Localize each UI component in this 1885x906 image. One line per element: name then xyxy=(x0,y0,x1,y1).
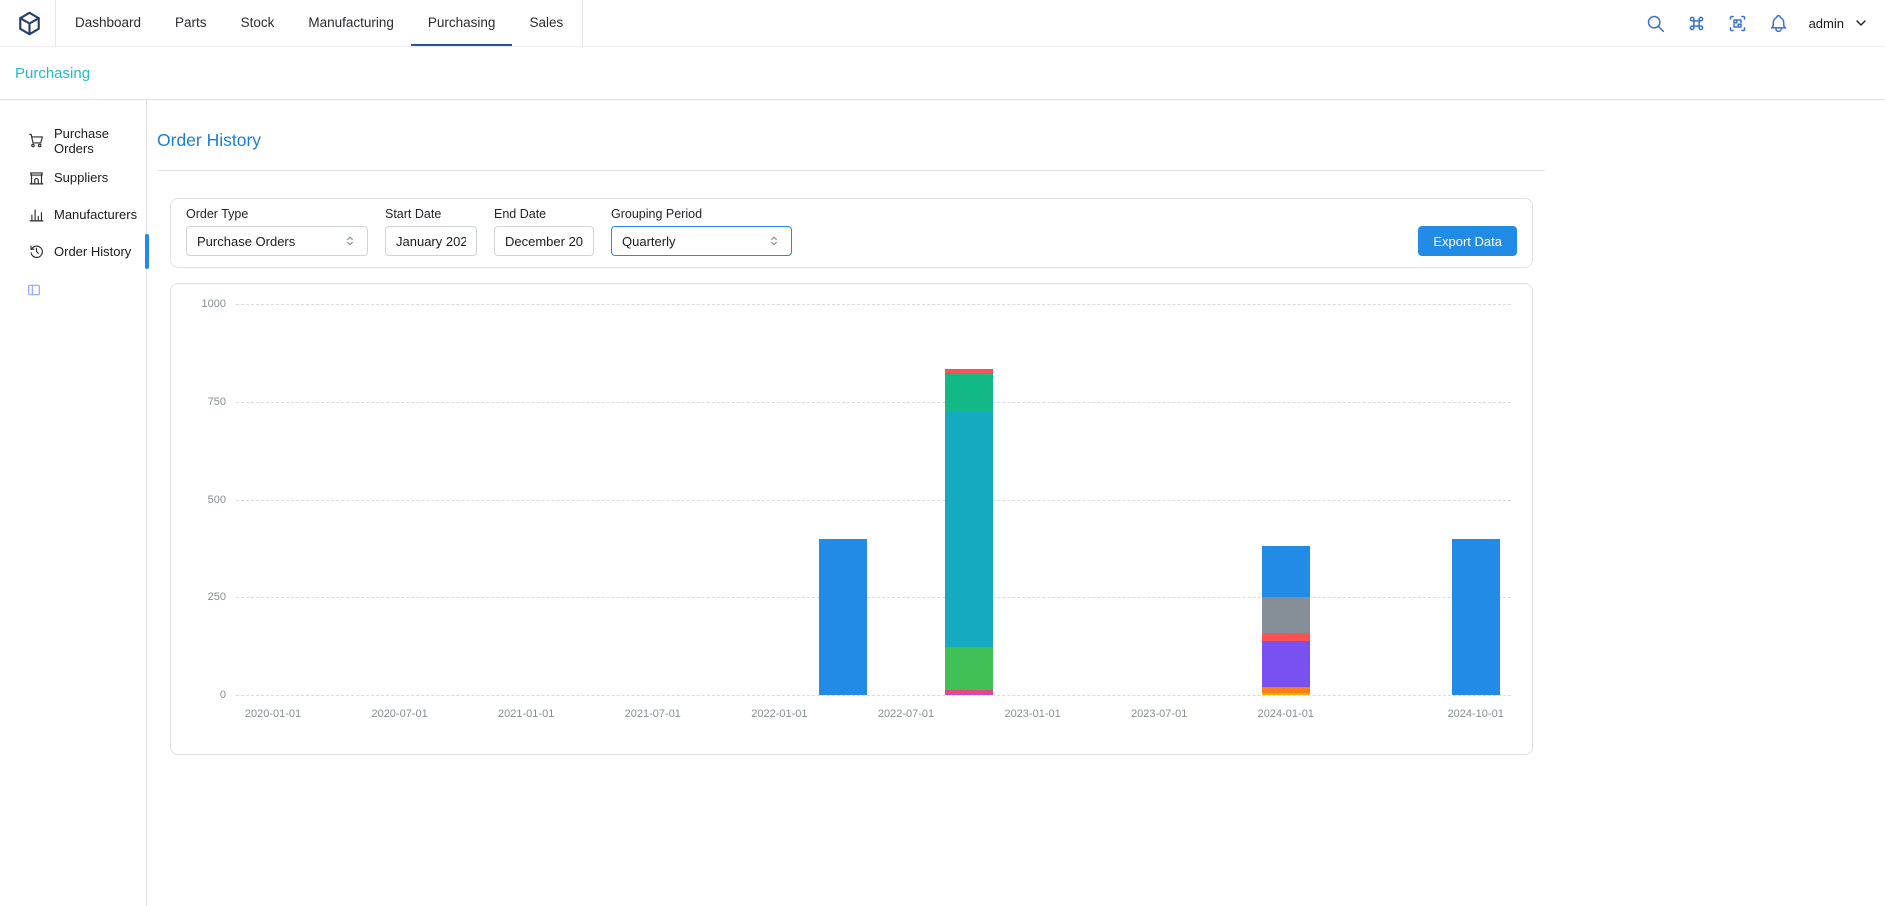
start-date-input[interactable] xyxy=(385,226,477,256)
selector-icon xyxy=(343,234,357,248)
sidebar-item-order-history[interactable]: Order History xyxy=(0,233,146,270)
top-navbar: Dashboard Parts Stock Manufacturing Purc… xyxy=(0,0,1885,47)
page-layout: Purchase Orders Suppliers Manufacturers xyxy=(0,100,1885,906)
chart-gridline xyxy=(236,402,1511,403)
inventree-logo-icon xyxy=(16,10,43,37)
x-axis-tick-label: 2024-10-01 xyxy=(1431,708,1521,720)
sidebar-item-label: Order History xyxy=(54,244,131,259)
x-axis-tick-label: 2022-01-01 xyxy=(734,708,824,720)
y-axis-tick-label: 250 xyxy=(171,591,226,603)
x-axis-tick-label: 2023-07-01 xyxy=(1114,708,1204,720)
filter-panel: Order Type Purchase Orders Start Date En… xyxy=(170,198,1533,268)
chart-bar-segment[interactable] xyxy=(945,412,993,647)
user-menu[interactable]: admin xyxy=(1809,15,1869,31)
x-axis-tick-label: 2021-07-01 xyxy=(608,708,698,720)
chart-gridline xyxy=(236,304,1511,305)
chart-bar-segment[interactable] xyxy=(1262,693,1310,695)
barcode-scan-icon[interactable] xyxy=(1727,13,1748,34)
chart-plot: 0 250 500 750 1000 2020-01-01 2020-07-01 2021-0… xyxy=(171,284,1532,754)
history-icon xyxy=(28,243,45,260)
sidebar-collapse-icon[interactable] xyxy=(26,282,42,298)
main-nav-tabs: Dashboard Parts Stock Manufacturing Purc… xyxy=(55,0,583,46)
grouping-period-label: Grouping Period xyxy=(611,207,792,221)
sidebar-item-label: Purchase Orders xyxy=(54,126,146,156)
nav-tab-stock[interactable]: Stock xyxy=(224,0,292,46)
end-date-field: End Date xyxy=(494,207,594,256)
breadcrumb-bar: Purchasing xyxy=(0,47,1885,100)
nav-tab-manufacturing[interactable]: Manufacturing xyxy=(291,0,411,46)
sidebar-item-manufacturers[interactable]: Manufacturers xyxy=(0,196,146,233)
bell-icon[interactable] xyxy=(1768,13,1789,34)
shopping-cart-icon xyxy=(28,132,45,149)
x-axis-tick-label: 2022-07-01 xyxy=(861,708,951,720)
navbar-actions: admin xyxy=(1645,0,1869,46)
chart-bar-segment[interactable] xyxy=(1452,539,1500,695)
sidebar-item-label: Suppliers xyxy=(54,170,108,185)
end-date-label: End Date xyxy=(494,207,594,221)
username-label: admin xyxy=(1809,16,1844,31)
start-date-label: Start Date xyxy=(385,207,477,221)
chart-bar-segment[interactable] xyxy=(1262,687,1310,692)
search-icon[interactable] xyxy=(1645,13,1666,34)
chart-bar-segment[interactable] xyxy=(1262,633,1310,641)
x-axis-tick-label: 2020-01-01 xyxy=(228,708,318,720)
order-type-select[interactable]: Purchase Orders xyxy=(186,226,368,256)
factory-chart-icon xyxy=(28,206,45,223)
y-axis-tick-label: 750 xyxy=(171,396,226,408)
main-content: Order History Order Type Purchase Orders… xyxy=(147,100,1885,906)
order-type-value: Purchase Orders xyxy=(197,234,295,249)
x-axis-tick-label: 2020-07-01 xyxy=(355,708,445,720)
chart-bar-segment[interactable] xyxy=(945,369,993,373)
selector-icon xyxy=(767,234,781,248)
nav-tab-purchasing[interactable]: Purchasing xyxy=(411,0,513,46)
sidebar-item-suppliers[interactable]: Suppliers xyxy=(0,159,146,196)
y-axis-tick-label: 500 xyxy=(171,494,226,506)
sidebar-item-purchase-orders[interactable]: Purchase Orders xyxy=(0,122,146,159)
chart-bar-segment[interactable] xyxy=(1262,546,1310,597)
app-logo[interactable] xyxy=(16,0,43,46)
end-date-input[interactable] xyxy=(494,226,594,256)
order-type-field: Order Type Purchase Orders xyxy=(186,207,368,256)
order-type-label: Order Type xyxy=(186,207,368,221)
chart-bar-segment[interactable] xyxy=(1262,641,1310,687)
grouping-period-value: Quarterly xyxy=(622,234,675,249)
x-axis-tick-label: 2021-01-01 xyxy=(481,708,571,720)
chart-bar-segment[interactable] xyxy=(1262,597,1310,633)
chart-bar-segment[interactable] xyxy=(945,690,993,693)
nav-tab-parts[interactable]: Parts xyxy=(158,0,224,46)
command-icon[interactable] xyxy=(1686,13,1707,34)
y-axis-tick-label: 1000 xyxy=(171,298,226,310)
start-date-field: Start Date xyxy=(385,207,477,256)
nav-tab-sales[interactable]: Sales xyxy=(512,0,580,46)
sidebar-item-label: Manufacturers xyxy=(54,207,137,222)
page-title: Order History xyxy=(157,130,1885,151)
grouping-period-select[interactable]: Quarterly xyxy=(611,226,792,256)
export-data-button[interactable]: Export Data xyxy=(1418,226,1517,256)
building-store-icon xyxy=(28,169,45,186)
x-axis-tick-label: 2023-01-01 xyxy=(988,708,1078,720)
chart-bar-segment[interactable] xyxy=(945,647,993,690)
chevron-down-icon xyxy=(1853,15,1869,31)
chart-bar-segment[interactable] xyxy=(945,373,993,412)
chart-gridline xyxy=(236,695,1511,696)
order-history-chart-card: 0 250 500 750 1000 2020-01-01 2020-07-01 2021-0… xyxy=(170,283,1533,755)
grouping-period-field: Grouping Period Quarterly xyxy=(611,207,792,256)
chart-bar-segment[interactable] xyxy=(819,539,867,695)
purchasing-sidebar: Purchase Orders Suppliers Manufacturers xyxy=(0,100,147,906)
chart-gridline xyxy=(236,597,1511,598)
x-axis-tick-label: 2024-01-01 xyxy=(1241,708,1331,720)
chart-gridline xyxy=(236,500,1511,501)
breadcrumb[interactable]: Purchasing xyxy=(15,65,90,82)
y-axis-tick-label: 0 xyxy=(171,689,226,701)
title-divider xyxy=(157,170,1545,171)
nav-tab-dashboard[interactable]: Dashboard xyxy=(58,0,158,46)
chart-bar-segment[interactable] xyxy=(945,693,993,695)
